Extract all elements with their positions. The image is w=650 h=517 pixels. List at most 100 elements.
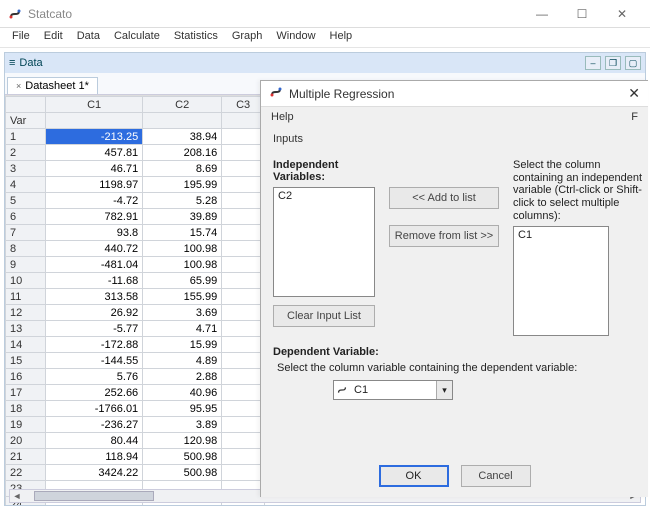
cell[interactable]	[222, 321, 265, 337]
dependent-variable-combobox[interactable]: C1 ▾	[333, 380, 453, 400]
cell[interactable]	[222, 465, 265, 481]
cell[interactable]	[222, 273, 265, 289]
remove-from-list-button[interactable]: Remove from list >>	[389, 225, 499, 247]
cell[interactable]: 782.91	[46, 209, 143, 225]
row-header[interactable]: 19	[6, 417, 46, 433]
row-header[interactable]: 20	[6, 433, 46, 449]
cell[interactable]: -11.68	[46, 273, 143, 289]
independent-variables-list[interactable]: C2	[273, 187, 375, 297]
menu-data[interactable]: Data	[71, 28, 106, 47]
available-column-item[interactable]: C1	[518, 229, 604, 241]
available-columns-list[interactable]: C1	[513, 226, 609, 336]
cell[interactable]: 3.69	[143, 305, 222, 321]
row-header[interactable]: 8	[6, 241, 46, 257]
cell[interactable]	[222, 177, 265, 193]
cell[interactable]: 65.99	[143, 273, 222, 289]
menu-edit[interactable]: Edit	[38, 28, 69, 47]
cell[interactable]	[222, 385, 265, 401]
cell[interactable]: 1198.97	[46, 177, 143, 193]
row-header[interactable]: 12	[6, 305, 46, 321]
row-header[interactable]: 16	[6, 369, 46, 385]
row-header[interactable]: 5	[6, 193, 46, 209]
maximize-button[interactable]: ☐	[562, 0, 602, 28]
row-header[interactable]: 15	[6, 353, 46, 369]
chevron-down-icon[interactable]: ▾	[436, 381, 452, 399]
scroll-thumb[interactable]	[34, 491, 154, 501]
cell[interactable]	[222, 257, 265, 273]
menu-file[interactable]: File	[6, 28, 36, 47]
cell[interactable]: 195.99	[143, 177, 222, 193]
cell[interactable]: 38.94	[143, 129, 222, 145]
row-header[interactable]: 22	[6, 465, 46, 481]
cell[interactable]: -236.27	[46, 417, 143, 433]
cell[interactable]: 252.66	[46, 385, 143, 401]
cancel-button[interactable]: Cancel	[461, 465, 531, 487]
cell[interactable]: 93.8	[46, 225, 143, 241]
var-c1[interactable]	[46, 113, 143, 129]
cell[interactable]: 3424.22	[46, 465, 143, 481]
cell[interactable]: 5.28	[143, 193, 222, 209]
cell[interactable]: 208.16	[143, 145, 222, 161]
cell[interactable]	[222, 161, 265, 177]
cell[interactable]: 4.89	[143, 353, 222, 369]
scroll-left-icon[interactable]: ◄	[10, 490, 24, 502]
cell[interactable]	[222, 337, 265, 353]
cell[interactable]: 313.58	[46, 289, 143, 305]
menu-graph[interactable]: Graph	[226, 28, 269, 47]
cell[interactable]: -1766.01	[46, 401, 143, 417]
subwindow-min-button[interactable]: –	[585, 56, 601, 70]
tab-datasheet-1[interactable]: × Datasheet 1*	[7, 77, 98, 94]
var-c3[interactable]	[222, 113, 265, 129]
close-button[interactable]: ✕	[602, 0, 642, 28]
cell[interactable]: 39.89	[143, 209, 222, 225]
clear-input-list-button[interactable]: Clear Input List	[273, 305, 375, 327]
cell[interactable]: 500.98	[143, 449, 222, 465]
cell[interactable]: 26.92	[46, 305, 143, 321]
cell[interactable]: 500.98	[143, 465, 222, 481]
cell[interactable]	[222, 369, 265, 385]
row-header[interactable]: 18	[6, 401, 46, 417]
ok-button[interactable]: OK	[379, 465, 449, 487]
iv-list-item[interactable]: C2	[278, 190, 370, 202]
cell[interactable]: 15.99	[143, 337, 222, 353]
col-header-c3[interactable]: C3	[222, 97, 265, 113]
cell[interactable]: 4.71	[143, 321, 222, 337]
cell[interactable]: 95.95	[143, 401, 222, 417]
cell[interactable]: 457.81	[46, 145, 143, 161]
cell[interactable]	[222, 433, 265, 449]
row-header[interactable]: 4	[6, 177, 46, 193]
var-c2[interactable]	[143, 113, 222, 129]
cell[interactable]: 120.98	[143, 433, 222, 449]
cell[interactable]	[222, 209, 265, 225]
row-header[interactable]: 17	[6, 385, 46, 401]
row-header[interactable]: 6	[6, 209, 46, 225]
cell[interactable]: -4.72	[46, 193, 143, 209]
cell[interactable]: -172.88	[46, 337, 143, 353]
row-header[interactable]: 10	[6, 273, 46, 289]
cell[interactable]	[222, 241, 265, 257]
cell[interactable]: -481.04	[46, 257, 143, 273]
cell[interactable]	[222, 417, 265, 433]
row-header[interactable]: 2	[6, 145, 46, 161]
dialog-menu-help[interactable]: Help	[271, 111, 294, 123]
cell[interactable]: 5.76	[46, 369, 143, 385]
cell[interactable]: 80.44	[46, 433, 143, 449]
cell[interactable]: 155.99	[143, 289, 222, 305]
cell[interactable]	[222, 193, 265, 209]
cell[interactable]: 46.71	[46, 161, 143, 177]
cell[interactable]: 3.89	[143, 417, 222, 433]
cell[interactable]: -144.55	[46, 353, 143, 369]
row-header[interactable]: 13	[6, 321, 46, 337]
cell[interactable]	[222, 145, 265, 161]
cell[interactable]: -5.77	[46, 321, 143, 337]
cell[interactable]: 2.88	[143, 369, 222, 385]
row-header[interactable]: 3	[6, 161, 46, 177]
row-header[interactable]: 1	[6, 129, 46, 145]
cell[interactable]	[222, 305, 265, 321]
menu-calculate[interactable]: Calculate	[108, 28, 166, 47]
cell[interactable]	[222, 353, 265, 369]
cell[interactable]: 40.96	[143, 385, 222, 401]
cell[interactable]: 8.69	[143, 161, 222, 177]
cell[interactable]: -213.25	[46, 129, 143, 145]
cell[interactable]: 118.94	[46, 449, 143, 465]
